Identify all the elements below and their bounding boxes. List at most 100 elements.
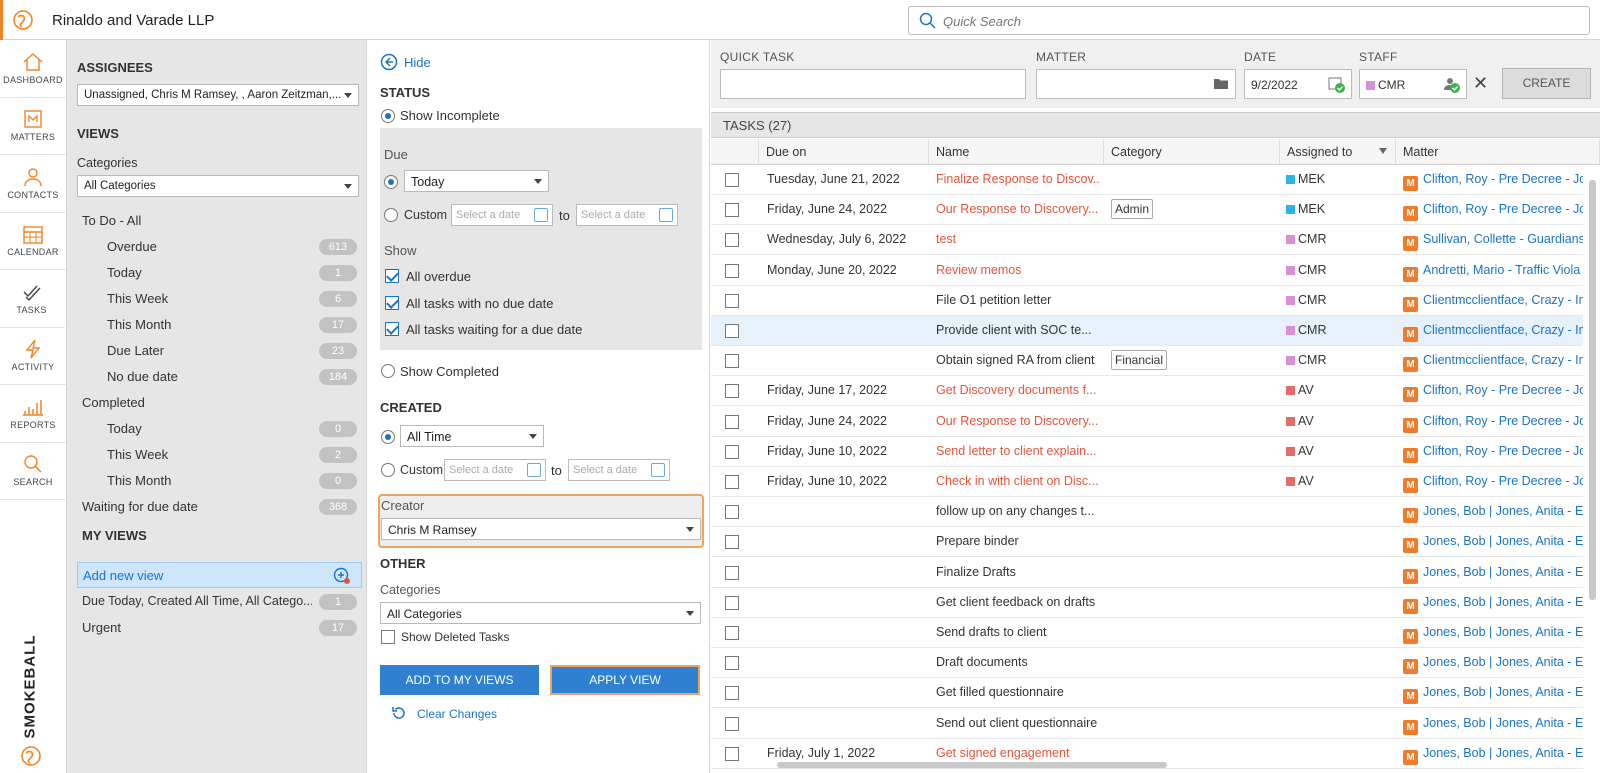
- task-name[interactable]: Draft documents: [936, 655, 1101, 669]
- created-select[interactable]: All Time: [400, 425, 544, 447]
- nav-search[interactable]: SEARCH: [0, 443, 66, 500]
- due-custom-radio[interactable]: [384, 208, 398, 222]
- table-row[interactable]: Friday, June 24, 2022 Our Response to Dis…: [711, 406, 1583, 437]
- nav-contacts[interactable]: CONTACTS: [0, 155, 66, 213]
- table-row[interactable]: Send out client questionnaire M Jones, Bob…: [711, 708, 1583, 739]
- due-to-date[interactable]: Select a date: [576, 204, 678, 226]
- clear-changes-button[interactable]: Clear Changes: [390, 704, 497, 722]
- matter-input[interactable]: [1036, 69, 1236, 99]
- date-input[interactable]: 9/2/2022: [1244, 69, 1352, 99]
- task-matter[interactable]: M Jones, Bob | Jones, Anita - Es: [1403, 504, 1583, 524]
- view-completed-today[interactable]: Today: [107, 421, 142, 436]
- create-button[interactable]: CREATE: [1502, 68, 1591, 99]
- row-checkbox[interactable]: [725, 535, 739, 550]
- column-matter[interactable]: Matter: [1396, 139, 1600, 165]
- quick-search-input[interactable]: [943, 11, 1543, 31]
- due-select[interactable]: Today: [404, 170, 549, 192]
- row-checkbox[interactable]: [725, 233, 739, 248]
- task-name[interactable]: test: [936, 232, 1101, 246]
- task-name[interactable]: Prepare binder: [936, 534, 1101, 548]
- task-name[interactable]: Get client feedback on drafts: [936, 595, 1101, 609]
- task-name[interactable]: Finalize Response to Discov...: [936, 172, 1101, 186]
- column-assigned-to[interactable]: Assigned to: [1280, 139, 1396, 165]
- smokeball-logo[interactable]: [0, 0, 42, 40]
- task-name[interactable]: Review memos: [936, 263, 1101, 277]
- nav-calendar[interactable]: CALENDAR: [0, 213, 66, 270]
- task-name[interactable]: Obtain signed RA from client: [936, 353, 1101, 367]
- task-matter[interactable]: M Clifton, Roy - Pre Decree - Jo: [1403, 202, 1583, 222]
- task-matter[interactable]: M Clientmcclientface, Crazy - Im: [1403, 323, 1583, 342]
- task-name[interactable]: Our Response to Discovery...: [936, 202, 1101, 216]
- task-matter[interactable]: M Clientmcclientface, Crazy - Im: [1403, 353, 1583, 373]
- todo-all[interactable]: To Do - All: [82, 213, 141, 228]
- created-from-date[interactable]: Select a date: [444, 459, 546, 481]
- row-checkbox[interactable]: [725, 414, 739, 429]
- task-matter[interactable]: M Clifton, Roy - Pre Decree - Jo: [1403, 414, 1583, 433]
- task-name[interactable]: Send letter to client explain...: [936, 444, 1101, 458]
- other-categories-select[interactable]: All Categories: [380, 602, 701, 624]
- task-matter[interactable]: M Clifton, Roy - Pre Decree - Jo: [1403, 474, 1583, 493]
- apply-view-button[interactable]: APPLY VIEW: [550, 665, 700, 695]
- table-row[interactable]: Friday, June 24, 2022 Our Response to Dis…: [711, 195, 1583, 226]
- table-row[interactable]: Friday, June 17, 2022 Get Discovery docum…: [711, 376, 1583, 407]
- view-completed-week[interactable]: This Week: [107, 447, 168, 462]
- staff-input[interactable]: CMR: [1359, 69, 1467, 99]
- task-matter[interactable]: M Jones, Bob | Jones, Anita - Es: [1403, 625, 1583, 644]
- task-name[interactable]: Send out client questionnaire: [936, 716, 1101, 730]
- table-row[interactable]: Wednesday, July 6, 2022 test CMR M Sullivan,…: [711, 225, 1583, 256]
- task-name[interactable]: follow up on any changes t...: [936, 504, 1101, 518]
- table-row[interactable]: Draft documents M Jones, Bob | Jones, Anit…: [711, 648, 1583, 679]
- row-checkbox[interactable]: [725, 626, 739, 640]
- table-row[interactable]: Friday, June 10, 2022 Send letter to clie…: [711, 436, 1583, 467]
- row-checkbox[interactable]: [725, 475, 739, 489]
- task-matter[interactable]: M Clifton, Roy - Pre Decree - Jo: [1403, 444, 1583, 463]
- show-deleted-checkbox[interactable]: [381, 630, 395, 644]
- my-view-item[interactable]: Urgent: [82, 620, 121, 635]
- column-category[interactable]: Category: [1104, 139, 1280, 165]
- table-row[interactable]: Prepare binder M Jones, Bob | Jones, Anita…: [711, 527, 1583, 558]
- row-checkbox[interactable]: [725, 686, 739, 701]
- task-name[interactable]: Finalize Drafts: [936, 565, 1101, 579]
- table-row[interactable]: Monday, June 20, 2022 Review memos CMR M And…: [711, 255, 1583, 286]
- task-name[interactable]: Provide client with SOC te...: [936, 323, 1101, 337]
- task-matter[interactable]: M Andretti, Mario - Traffic Viola: [1403, 263, 1583, 282]
- task-matter[interactable]: M Clifton, Roy - Pre Decree - Jo: [1403, 172, 1583, 191]
- row-checkbox[interactable]: [725, 656, 739, 671]
- creator-select[interactable]: Chris M Ramsey: [381, 518, 701, 540]
- view-overdue[interactable]: Overdue: [107, 239, 157, 254]
- task-name[interactable]: Get Discovery documents f...: [936, 383, 1101, 397]
- task-name[interactable]: Get filled questionnaire: [936, 685, 1101, 699]
- no-due-checkbox[interactable]: [385, 296, 399, 310]
- table-row[interactable]: Obtain signed RA from client Financial CMR…: [711, 346, 1583, 377]
- task-name[interactable]: Check in with client on Disc...: [936, 474, 1101, 488]
- table-row[interactable]: Get filled questionnaire M Jones, Bob | Jo…: [711, 678, 1583, 709]
- task-name[interactable]: File O1 petition letter: [936, 293, 1101, 307]
- table-row[interactable]: File O1 petition letter CMR M Clientmcclien…: [711, 285, 1583, 316]
- task-matter[interactable]: M Clientmcclientface, Crazy - Im: [1403, 293, 1583, 312]
- row-checkbox[interactable]: [725, 505, 739, 520]
- table-row[interactable]: Get client feedback on drafts M Jones, Bob…: [711, 587, 1583, 618]
- row-checkbox[interactable]: [725, 746, 739, 761]
- table-row[interactable]: follow up on any changes t... M Jones, Bob…: [711, 497, 1583, 528]
- nav-tasks[interactable]: TASKS: [0, 270, 66, 328]
- created-preset-radio[interactable]: [381, 430, 395, 444]
- show-incomplete-radio[interactable]: [381, 109, 395, 123]
- hide-button[interactable]: Hide: [380, 53, 431, 71]
- task-matter[interactable]: M Jones, Bob | Jones, Anita - Es: [1403, 685, 1583, 705]
- nav-activity[interactable]: ACTIVITY: [0, 328, 66, 385]
- task-matter[interactable]: M Jones, Bob | Jones, Anita - Es: [1403, 655, 1583, 675]
- task-name[interactable]: Our Response to Discovery...: [936, 414, 1101, 428]
- view-no-due-date[interactable]: No due date: [107, 369, 178, 384]
- task-name[interactable]: Get signed engagement: [936, 746, 1101, 760]
- view-this-week[interactable]: This Week: [107, 291, 168, 306]
- row-checkbox[interactable]: [725, 354, 739, 369]
- add-to-my-views-button[interactable]: ADD TO MY VIEWS: [380, 665, 539, 695]
- column-name[interactable]: Name: [929, 139, 1104, 165]
- view-today[interactable]: Today: [107, 265, 142, 280]
- view-due-later[interactable]: Due Later: [107, 343, 164, 358]
- row-checkbox[interactable]: [725, 595, 739, 610]
- my-view-item[interactable]: Due Today, Created All Time, All Catego.…: [82, 594, 312, 608]
- quick-task-input[interactable]: [720, 69, 1026, 99]
- table-row[interactable]: Tuesday, June 21, 2022 Finalize Response …: [711, 165, 1583, 195]
- row-checkbox[interactable]: [725, 173, 739, 187]
